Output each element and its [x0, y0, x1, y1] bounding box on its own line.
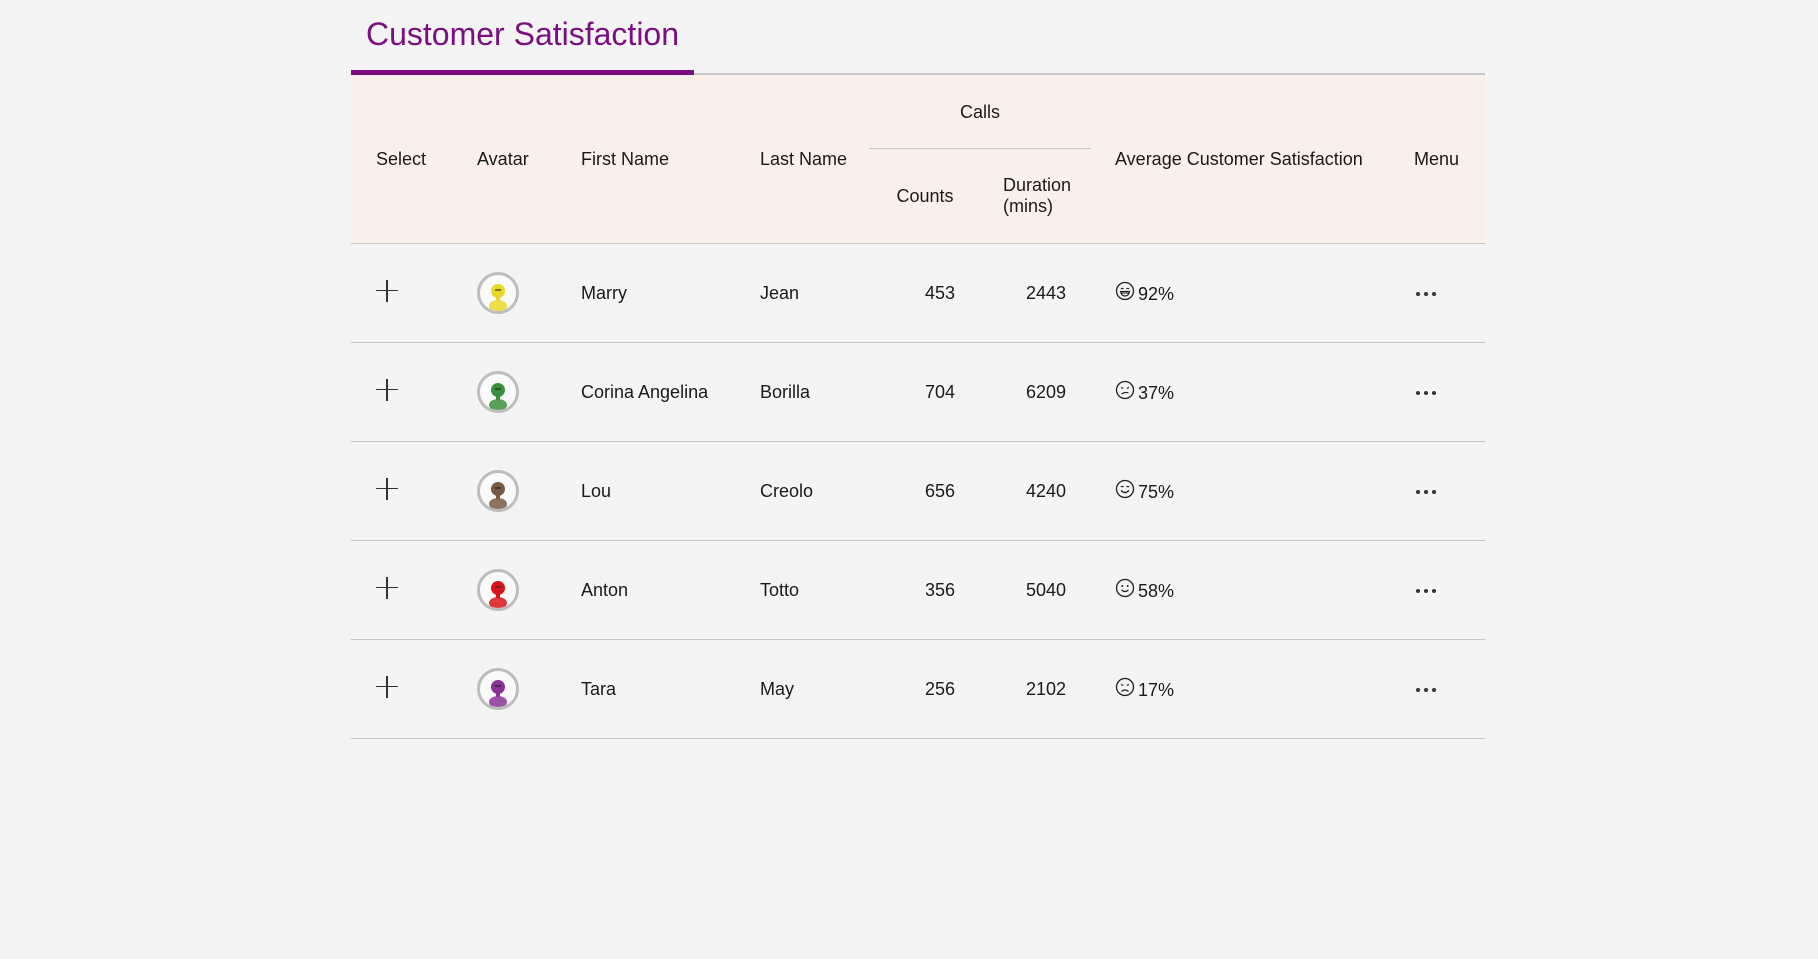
table-row: Lou Creolo 656 4240 75%: [351, 441, 1485, 541]
duration-cell: 2102: [980, 639, 1091, 739]
frowning-face-icon: [1115, 677, 1135, 696]
satisfaction-cell: 37%: [1091, 342, 1413, 442]
add-icon[interactable]: [376, 477, 398, 500]
duration-cell: 2443: [980, 243, 1091, 343]
table-row: Corina Angelina Borilla 704 6209 37%: [351, 342, 1485, 442]
more-options-icon[interactable]: [1414, 676, 1438, 697]
header-first-name: First Name: [580, 75, 759, 244]
title-tab-bar: Customer Satisfaction: [351, 0, 1485, 75]
select-cell: [351, 639, 477, 739]
add-icon[interactable]: [376, 675, 398, 698]
first-name-cell: Corina Angelina: [580, 342, 759, 442]
avatar: [477, 470, 519, 512]
counts-cell: 356: [869, 540, 980, 640]
add-icon[interactable]: [376, 576, 398, 599]
menu-cell: [1413, 639, 1485, 739]
menu-cell: [1413, 342, 1485, 442]
grinning-face-icon: [1115, 281, 1135, 300]
satisfaction-cell: 75%: [1091, 441, 1413, 541]
last-name-cell: Totto: [759, 540, 869, 640]
satisfaction-value: 17%: [1138, 680, 1175, 701]
header-calls: Calls: [869, 75, 1091, 149]
duration-cell: 4240: [980, 441, 1091, 541]
last-name-cell: Borilla: [759, 342, 869, 442]
last-name-cell: May: [759, 639, 869, 739]
first-name-cell: Lou: [580, 441, 759, 541]
duration-cell: 6209: [980, 342, 1091, 442]
duration-cell: 5040: [980, 540, 1091, 640]
satisfaction-value: 92%: [1138, 284, 1175, 305]
avatar-figure-icon: [489, 383, 507, 410]
satisfaction-cell: 58%: [1091, 540, 1413, 640]
last-name-cell: Creolo: [759, 441, 869, 541]
avatar-cell: [477, 243, 580, 343]
avatar-figure-icon: [489, 680, 507, 707]
first-name-cell: Tara: [580, 639, 759, 739]
slight-smile-face-icon: [1115, 578, 1135, 597]
customer-table: Select Avatar First Name Last Name Calls…: [351, 75, 1485, 739]
header-last-name: Last Name: [759, 75, 869, 244]
satisfaction-value: 58%: [1138, 581, 1175, 602]
first-name-cell: Anton: [580, 540, 759, 640]
header-counts: Counts: [869, 149, 980, 244]
header-avg-satisfaction: Average Customer Satisfaction: [1091, 75, 1413, 244]
counts-cell: 453: [869, 243, 980, 343]
last-name-cell: Jean: [759, 243, 869, 343]
table-row: Tara May 256 2102 17%: [351, 639, 1485, 739]
avatar-cell: [477, 639, 580, 739]
first-name-cell: Marry: [580, 243, 759, 343]
avatar: [477, 371, 519, 413]
satisfaction-value: 37%: [1138, 383, 1175, 404]
menu-cell: [1413, 540, 1485, 640]
header-avatar: Avatar: [477, 75, 580, 244]
page-title: Customer Satisfaction: [366, 16, 680, 52]
avatar-figure-icon: [489, 482, 507, 509]
satisfaction-panel: Customer Satisfaction Select Avatar Firs…: [351, 0, 1485, 739]
table-row: Marry Jean 453 2443 92%: [351, 243, 1485, 343]
avatar-cell: [477, 540, 580, 640]
menu-cell: [1413, 441, 1485, 541]
header-select: Select: [351, 75, 477, 244]
confused-face-icon: [1115, 380, 1135, 399]
more-options-icon[interactable]: [1414, 478, 1438, 499]
title-underline: [351, 70, 694, 75]
smiling-face-icon: [1115, 479, 1135, 498]
header-duration: Duration (mins): [980, 149, 1091, 244]
avatar: [477, 272, 519, 314]
add-icon[interactable]: [376, 378, 398, 401]
header-menu: Menu: [1413, 75, 1485, 244]
select-cell: [351, 540, 477, 640]
satisfaction-value: 75%: [1138, 482, 1175, 503]
counts-cell: 256: [869, 639, 980, 739]
avatar-figure-icon: [489, 284, 507, 311]
avatar-cell: [477, 342, 580, 442]
add-icon[interactable]: [376, 279, 398, 302]
table-body: Marry Jean 453 2443 92% Corina Angelina …: [351, 243, 1485, 739]
avatar: [477, 569, 519, 611]
select-cell: [351, 441, 477, 541]
counts-cell: 656: [869, 441, 980, 541]
counts-cell: 704: [869, 342, 980, 442]
satisfaction-cell: 17%: [1091, 639, 1413, 739]
select-cell: [351, 342, 477, 442]
table-row: Anton Totto 356 5040 58%: [351, 540, 1485, 640]
avatar-figure-icon: [489, 581, 507, 608]
more-options-icon[interactable]: [1414, 379, 1438, 400]
select-cell: [351, 243, 477, 343]
satisfaction-cell: 92%: [1091, 243, 1413, 343]
menu-cell: [1413, 243, 1485, 343]
more-options-icon[interactable]: [1414, 280, 1438, 301]
more-options-icon[interactable]: [1414, 577, 1438, 598]
avatar: [477, 668, 519, 710]
avatar-cell: [477, 441, 580, 541]
